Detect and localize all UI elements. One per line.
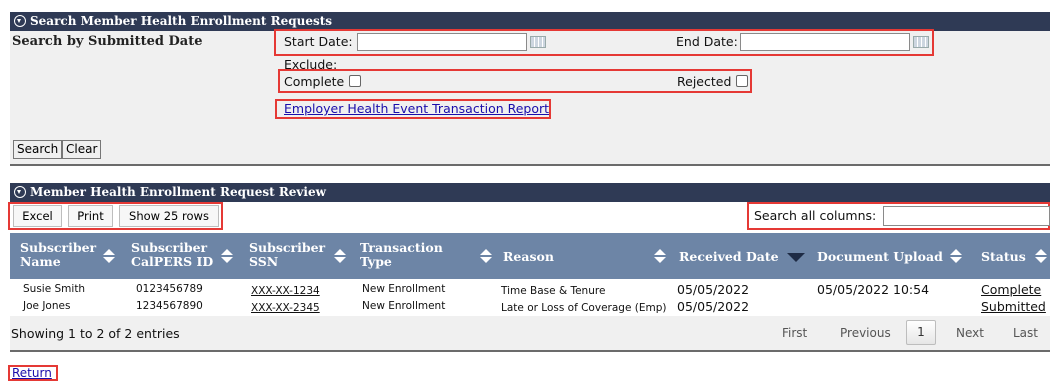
cell-received: 05/05/2022 — [677, 299, 750, 314]
sort-down-icon[interactable] — [221, 257, 233, 263]
sort-up-icon[interactable] — [480, 249, 492, 255]
sort-down-icon[interactable] — [334, 257, 346, 263]
search-panel-title: Search Member Health Enrollment Requests — [30, 14, 333, 28]
col-subscriber-calpers-id[interactable]: Subscriber CalPERS ID — [131, 241, 213, 269]
complete-checkbox[interactable] — [349, 75, 362, 87]
cell-name: Susie Smith — [23, 283, 86, 295]
cell-received: 05/05/2022 — [677, 282, 750, 297]
pager-previous[interactable]: Previous — [840, 326, 891, 340]
col-subscriber-name[interactable]: Subscriber Name — [20, 241, 96, 269]
col-received-date[interactable]: Received Date — [679, 250, 779, 264]
cell-calpers-id: 0123456789 — [136, 283, 203, 295]
review-panel-header[interactable]: Member Health Enrollment Request Review — [10, 183, 1050, 202]
pager-page-1[interactable]: 1 — [906, 320, 936, 345]
col-document-upload[interactable]: Document Upload — [817, 250, 943, 264]
search-button[interactable]: Search — [13, 140, 63, 159]
excel-button[interactable]: Excel — [13, 205, 62, 227]
cell-reason: Time Base & Tenure — [501, 285, 606, 297]
collapse-icon[interactable] — [14, 186, 26, 198]
review-panel-title: Member Health Enrollment Request Review — [30, 185, 326, 199]
search-section-label: Search by Submitted Date — [12, 34, 203, 49]
return-link[interactable]: Return — [12, 366, 52, 380]
sort-up-icon[interactable] — [654, 249, 666, 255]
search-all-input[interactable] — [883, 206, 1050, 226]
clear-button[interactable]: Clear — [62, 140, 102, 159]
employer-report-link[interactable]: Employer Health Event Transaction Report — [284, 101, 549, 116]
sort-down-icon[interactable] — [103, 257, 115, 263]
cell-upload: 05/05/2022 10:54 — [817, 282, 930, 297]
start-date-label: Start Date: — [284, 34, 353, 49]
end-date-input[interactable] — [740, 33, 910, 51]
search-all-label: Search all columns: — [754, 208, 877, 223]
col-transaction-type[interactable]: Transaction Type — [360, 241, 443, 269]
end-date-label: End Date: — [676, 34, 738, 49]
sort-down-icon[interactable] — [480, 257, 492, 263]
sort-down-icon[interactable] — [950, 257, 962, 263]
cell-calpers-id: 1234567890 — [136, 300, 203, 312]
pager-last[interactable]: Last — [1013, 326, 1038, 340]
exclude-rejected[interactable]: Rejected — [677, 74, 749, 89]
sort-up-icon[interactable] — [103, 249, 115, 255]
rejected-checkbox[interactable] — [736, 75, 749, 87]
sort-up-icon[interactable] — [221, 249, 233, 255]
sort-up-icon[interactable] — [334, 249, 346, 255]
sort-up-icon[interactable] — [1035, 249, 1047, 255]
col-subscriber-ssn[interactable]: Subscriber SSN — [249, 241, 325, 269]
sorted-desc-icon[interactable] — [787, 253, 805, 262]
cell-ssn-link[interactable]: XXX-XX-2345 — [251, 302, 320, 314]
cell-reason: Late or Loss of Coverage (Emp) — [501, 302, 667, 314]
cell-status-link[interactable]: Submitted — [981, 299, 1046, 314]
cell-status-link[interactable]: Complete — [981, 282, 1041, 297]
cell-name: Joe Jones — [23, 300, 71, 312]
cell-type: New Enrollment — [362, 283, 446, 295]
cell-type: New Enrollment — [362, 300, 446, 312]
show-rows-button[interactable]: Show 25 rows — [119, 205, 219, 227]
cell-ssn-link[interactable]: XXX-XX-1234 — [251, 285, 320, 297]
start-date-input[interactable] — [357, 33, 527, 51]
end-date-calendar-icon[interactable] — [913, 36, 929, 48]
start-date-calendar-icon[interactable] — [530, 36, 546, 48]
print-button[interactable]: Print — [68, 205, 113, 227]
sort-down-icon[interactable] — [654, 257, 666, 263]
sort-up-icon[interactable] — [950, 249, 962, 255]
pager-next[interactable]: Next — [956, 326, 984, 340]
col-status[interactable]: Status — [981, 250, 1026, 264]
pager-first[interactable]: First — [782, 326, 807, 340]
sort-down-icon[interactable] — [1035, 257, 1047, 263]
exclude-complete[interactable]: Complete — [284, 74, 362, 89]
col-reason[interactable]: Reason — [503, 250, 554, 264]
entries-info: Showing 1 to 2 of 2 entries — [11, 326, 180, 341]
collapse-icon[interactable] — [14, 15, 26, 27]
